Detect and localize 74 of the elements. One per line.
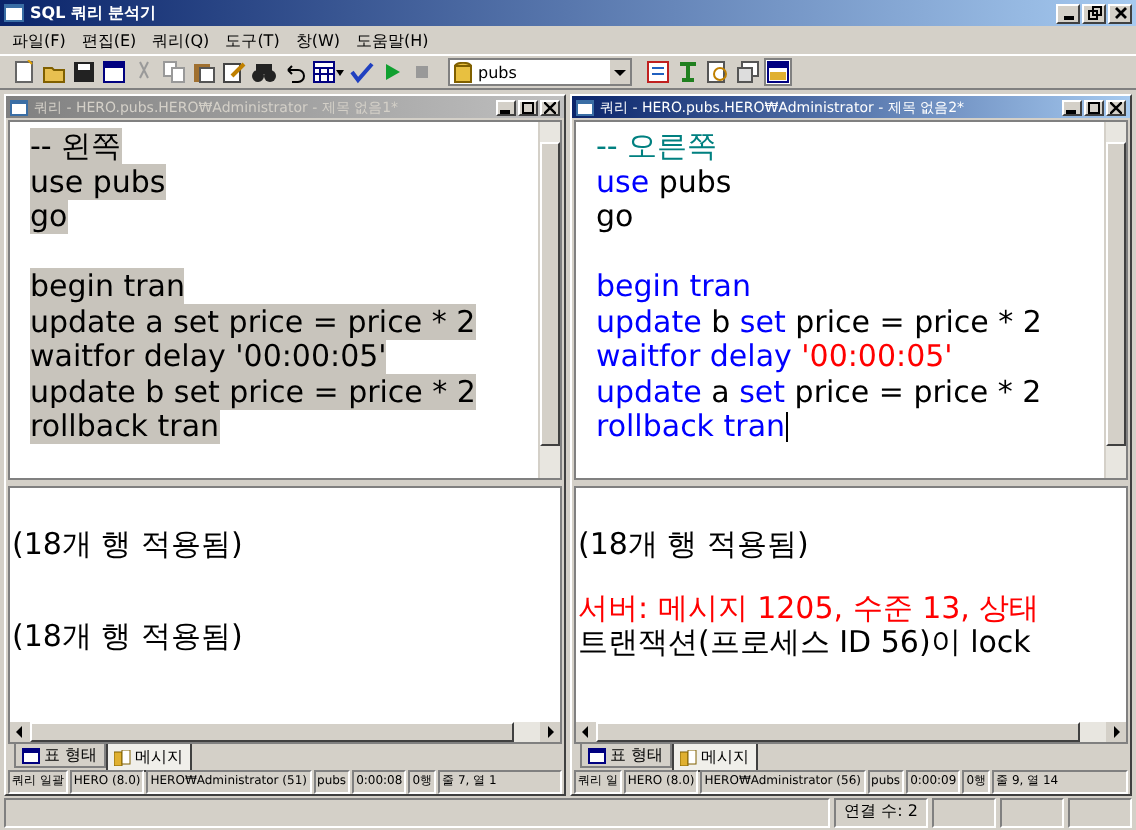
scroll-left-icon[interactable] bbox=[576, 722, 596, 742]
minimize-button[interactable] bbox=[1056, 3, 1080, 23]
binoculars-icon[interactable] bbox=[252, 60, 276, 84]
magnifier-icon[interactable] bbox=[706, 60, 730, 84]
messages-icon bbox=[679, 749, 698, 765]
code-line: go bbox=[596, 198, 634, 234]
grid-icon[interactable] bbox=[312, 60, 344, 84]
close-icon bbox=[1110, 101, 1122, 113]
code-line: use pubs bbox=[596, 163, 732, 199]
minimize-button[interactable] bbox=[1062, 99, 1082, 115]
minimize-button[interactable] bbox=[496, 99, 516, 115]
menu-item[interactable]: 창(W) bbox=[295, 29, 340, 51]
scroll-right-icon[interactable] bbox=[540, 722, 560, 742]
result-message: 서버: 메시지 1205, 수준 13, 상태 bbox=[578, 591, 1042, 626]
code-line: waitfor delay '00:00:05' bbox=[596, 338, 953, 374]
menu-item[interactable]: 파일(F) bbox=[12, 29, 66, 51]
query-icon bbox=[10, 99, 28, 115]
window-icon[interactable] bbox=[102, 60, 126, 84]
close-icon bbox=[1113, 6, 1127, 20]
result-tab[interactable]: 표 형태 bbox=[14, 744, 106, 768]
connection-count: 연결 수: 2 bbox=[834, 798, 928, 828]
result-tab[interactable]: 표 형태 bbox=[580, 744, 672, 768]
window-title: SQL 쿼리 분석기 bbox=[30, 2, 157, 24]
menu-item[interactable]: 쿼리(Q) bbox=[152, 29, 210, 51]
result-tab[interactable]: 메시지 bbox=[671, 744, 758, 772]
database-dropdown[interactable]: pubs bbox=[448, 58, 632, 86]
close-button[interactable] bbox=[540, 99, 560, 115]
database-icon bbox=[454, 61, 472, 83]
grid-icon bbox=[22, 747, 40, 763]
query-icon bbox=[576, 99, 594, 115]
close-icon bbox=[544, 101, 556, 113]
grid-icon bbox=[588, 747, 606, 763]
restore-button[interactable] bbox=[1082, 3, 1106, 23]
close-button[interactable] bbox=[1106, 99, 1126, 115]
scroll-right-icon[interactable] bbox=[1106, 722, 1126, 742]
app-icon bbox=[4, 4, 24, 22]
result-message: (18개 행 적용됨) bbox=[12, 528, 245, 563]
messages-icon bbox=[113, 749, 132, 765]
code-line: rollback tran bbox=[596, 408, 788, 444]
code-line: update b set price = price * 2 bbox=[596, 303, 1042, 339]
maximize-icon bbox=[522, 101, 534, 113]
restore-icon bbox=[1087, 6, 1101, 20]
status-bar-panel bbox=[1068, 798, 1132, 828]
status-bar-panel bbox=[1000, 798, 1064, 828]
menu-item[interactable]: 도구(T) bbox=[225, 29, 280, 51]
maximize-icon bbox=[1088, 101, 1100, 113]
query-editor[interactable]: -- 오른쪽 use pubs go begin tran update b set price = price * 2 waitfor delay '00:00:05' update a set price = price * 2 rollback tran bbox=[574, 120, 1128, 480]
undo-icon[interactable] bbox=[282, 60, 306, 84]
properties-icon[interactable] bbox=[736, 60, 760, 84]
scrollbar[interactable] bbox=[1104, 122, 1126, 478]
new-query-icon[interactable] bbox=[12, 60, 36, 84]
paste-icon[interactable] bbox=[192, 60, 216, 84]
code-line: begin tran bbox=[596, 268, 751, 304]
tree-icon[interactable] bbox=[676, 60, 700, 84]
scrollbar[interactable] bbox=[538, 122, 560, 478]
status-bar-panel bbox=[932, 798, 996, 828]
checkmark-icon[interactable] bbox=[350, 60, 374, 84]
result-tab[interactable]: 메시지 bbox=[105, 744, 192, 772]
save-icon[interactable] bbox=[72, 60, 96, 84]
maximize-button[interactable] bbox=[1084, 99, 1104, 115]
close-button[interactable] bbox=[1108, 3, 1132, 23]
results-pane-icon[interactable] bbox=[766, 60, 790, 84]
edit-icon[interactable] bbox=[222, 60, 246, 84]
code-line: -- 오른쪽 bbox=[596, 128, 718, 164]
result-message: 트랜잭션(프로세스 ID 56)이 lock bbox=[578, 626, 1033, 661]
code-line: update a set price = price * 2 bbox=[596, 373, 1042, 409]
scroll-left-icon[interactable] bbox=[10, 722, 30, 742]
query-editor[interactable]: -- 왼쪽 use pubs go begin tran update a set price = price * 2 waitfor delay '00:00:05' update b set price = price * 2 rollback tran bbox=[8, 120, 562, 480]
maximize-button[interactable] bbox=[518, 99, 538, 115]
menu-item[interactable]: 도움말(H) bbox=[355, 29, 429, 51]
object-browser-icon[interactable] bbox=[646, 60, 670, 84]
menu-item[interactable]: 편집(E) bbox=[81, 29, 137, 51]
result-message: (18개 행 적용됨) bbox=[12, 619, 245, 654]
result-message: (18개 행 적용됨) bbox=[578, 528, 811, 563]
